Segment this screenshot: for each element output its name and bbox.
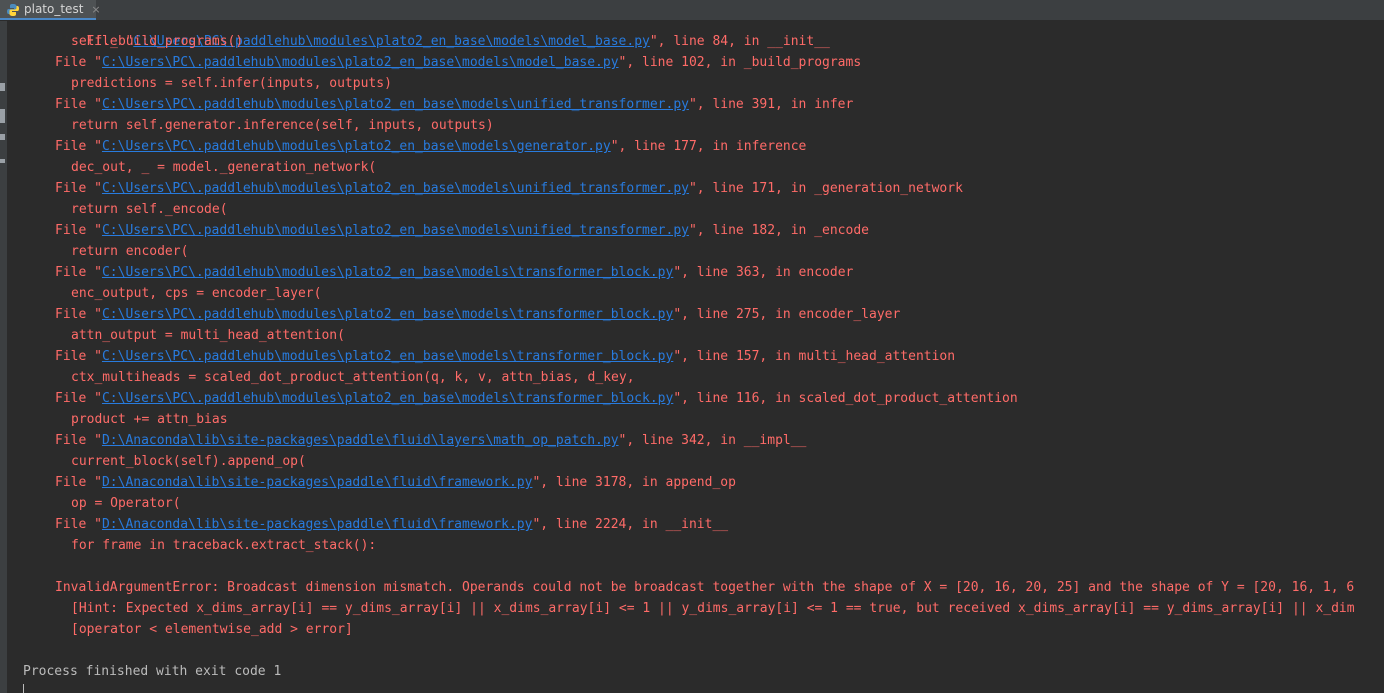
traceback-file-line: File "C:\Users\PC\.paddlehub\modules\pla… bbox=[55, 265, 854, 280]
file-link[interactable]: D:\Anaconda\lib\site-packages\paddle\flu… bbox=[102, 517, 532, 532]
traceback-file-line: File "C:\Users\PC\.paddlehub\modules\pla… bbox=[55, 307, 901, 322]
file-link[interactable]: D:\Anaconda\lib\site-packages\paddle\flu… bbox=[102, 433, 619, 448]
traceback-code-line: current_block(self).append_op( bbox=[71, 454, 306, 469]
tool-window-gutter bbox=[0, 21, 7, 693]
gutter-marker bbox=[0, 159, 5, 163]
traceback-file-line: File "C:\Users\PC\.paddlehub\modules\pla… bbox=[55, 139, 807, 154]
error-message: InvalidArgumentError: Broadcast dimensio… bbox=[55, 580, 1355, 595]
file-link[interactable]: D:\Anaconda\lib\site-packages\paddle\flu… bbox=[102, 475, 532, 490]
file-link[interactable]: C:\Users\PC\.paddlehub\modules\plato2_en… bbox=[102, 223, 689, 238]
traceback-file-line: File "D:\Anaconda\lib\site-packages\padd… bbox=[55, 517, 729, 532]
close-icon[interactable]: × bbox=[91, 3, 100, 16]
gutter-marker bbox=[0, 83, 5, 91]
file-link[interactable]: C:\Users\PC\.paddlehub\modules\plato2_en… bbox=[102, 139, 611, 154]
file-link[interactable]: C:\Users\PC\.paddlehub\modules\plato2_en… bbox=[102, 97, 689, 112]
tab-plato-test[interactable]: plato_test × bbox=[0, 0, 101, 20]
traceback-code-line: return self.generator.inference(self, in… bbox=[71, 118, 494, 133]
gutter-marker bbox=[0, 109, 5, 123]
run-console-output[interactable]: File "C:\Users\PC\.paddlehub\modules\pla… bbox=[8, 21, 1384, 693]
text-cursor bbox=[23, 684, 24, 693]
traceback-file-line: File "C:\Users\PC\.paddlehub\modules\pla… bbox=[55, 223, 869, 238]
process-exit-message: Process finished with exit code 1 bbox=[23, 664, 282, 679]
tab-label: plato_test bbox=[24, 2, 84, 16]
traceback-code-line: return encoder( bbox=[71, 244, 189, 259]
gutter-marker bbox=[0, 134, 5, 140]
traceback-file-line: File "D:\Anaconda\lib\site-packages\padd… bbox=[55, 475, 736, 490]
traceback-code-line: dec_out, _ = model._generation_network( bbox=[71, 160, 377, 175]
traceback-file-line: File "C:\Users\PC\.paddlehub\modules\pla… bbox=[55, 55, 862, 70]
file-link[interactable]: C:\Users\PC\.paddlehub\modules\plato2_en… bbox=[102, 55, 619, 70]
file-link[interactable]: C:\Users\PC\.paddlehub\modules\plato2_en… bbox=[102, 181, 689, 196]
traceback-code-line: self._build_programs() bbox=[71, 34, 244, 49]
traceback-file-line: File "C:\Users\PC\.paddlehub\modules\pla… bbox=[55, 391, 1018, 406]
file-link[interactable]: C:\Users\PC\.paddlehub\modules\plato2_en… bbox=[102, 307, 673, 322]
traceback-code-line: return self._encode( bbox=[71, 202, 228, 217]
traceback-file-line: File "C:\Users\PC\.paddlehub\modules\pla… bbox=[55, 97, 854, 112]
traceback-code-line: op = Operator( bbox=[71, 496, 181, 511]
file-link[interactable]: C:\Users\PC\.paddlehub\modules\plato2_en… bbox=[102, 391, 673, 406]
traceback-code-line: attn_output = multi_head_attention( bbox=[71, 328, 345, 343]
editor-tab-bar: plato_test × bbox=[0, 0, 1384, 21]
error-hint: [Hint: Expected x_dims_array[i] == y_dim… bbox=[71, 601, 1355, 616]
error-operator: [operator < elementwise_add > error] bbox=[71, 622, 353, 637]
file-link[interactable]: C:\Users\PC\.paddlehub\modules\plato2_en… bbox=[102, 265, 673, 280]
traceback-file-line: File "C:\Users\PC\.paddlehub\modules\pla… bbox=[55, 181, 963, 196]
file-link[interactable]: C:\Users\PC\.paddlehub\modules\plato2_en… bbox=[102, 349, 673, 364]
traceback-code-line: ctx_multiheads = scaled_dot_product_atte… bbox=[71, 370, 635, 385]
traceback-file-line: File "C:\Users\PC\.paddlehub\modules\pla… bbox=[86, 34, 830, 49]
traceback-file-line: File "C:\Users\PC\.paddlehub\modules\pla… bbox=[55, 349, 956, 364]
traceback-code-line: enc_output, cps = encoder_layer( bbox=[71, 286, 322, 301]
traceback-file-line: File "D:\Anaconda\lib\site-packages\padd… bbox=[55, 433, 807, 448]
python-icon bbox=[6, 2, 20, 16]
traceback-code-line: predictions = self.infer(inputs, outputs… bbox=[71, 76, 392, 91]
traceback-code-line: product += attn_bias bbox=[71, 412, 228, 427]
traceback-code-line: for frame in traceback.extract_stack(): bbox=[71, 538, 377, 553]
